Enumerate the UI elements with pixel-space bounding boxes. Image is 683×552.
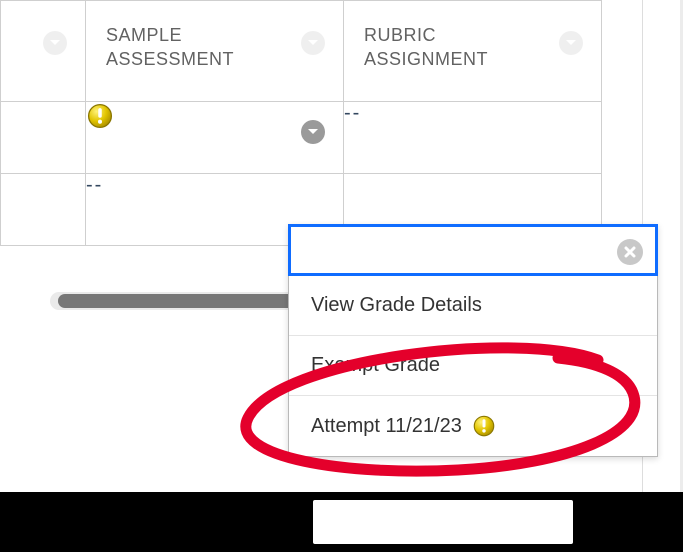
grade-cell[interactable] [86, 102, 344, 174]
chevron-down-icon[interactable] [301, 120, 325, 144]
footer-bar [0, 492, 683, 552]
empty-grade: -- [344, 102, 361, 124]
column-header-rubric-assignment[interactable]: RUBRIC ASSIGNMENT [344, 1, 602, 102]
table-row: -- [1, 102, 602, 174]
menu-item-view-grade-details[interactable]: View Grade Details [289, 275, 657, 335]
menu-item-attempt[interactable]: Attempt 11/21/23 [289, 395, 657, 456]
grade-cell-menu: View Grade Details Exempt Grade Attempt … [288, 224, 658, 457]
grade-cell[interactable] [1, 102, 86, 174]
needs-grading-icon [86, 102, 114, 130]
chevron-down-icon[interactable] [559, 31, 583, 55]
menu-item-label: Attempt 11/21/23 [311, 415, 462, 438]
menu-item-label: View Grade Details [311, 294, 482, 317]
needs-grading-icon [472, 414, 496, 438]
footer-button[interactable] [313, 500, 573, 544]
grade-input-row [288, 224, 658, 276]
column-header-blank[interactable] [1, 1, 86, 102]
grade-input[interactable] [305, 237, 605, 263]
chevron-down-icon[interactable] [43, 31, 67, 55]
chevron-down-icon[interactable] [301, 31, 325, 55]
column-header-sample-assessment[interactable]: SAMPLE ASSESSMENT [86, 1, 344, 102]
grade-cell[interactable] [1, 174, 86, 246]
grade-grid: SAMPLE ASSESSMENT RUBRIC ASSIGNMENT [0, 0, 602, 246]
menu-item-label: Exempt Grade [311, 354, 440, 377]
grade-cell[interactable]: -- [344, 102, 602, 174]
menu-item-exempt-grade[interactable]: Exempt Grade [289, 335, 657, 395]
empty-grade: -- [86, 174, 103, 196]
close-icon[interactable] [617, 239, 643, 265]
